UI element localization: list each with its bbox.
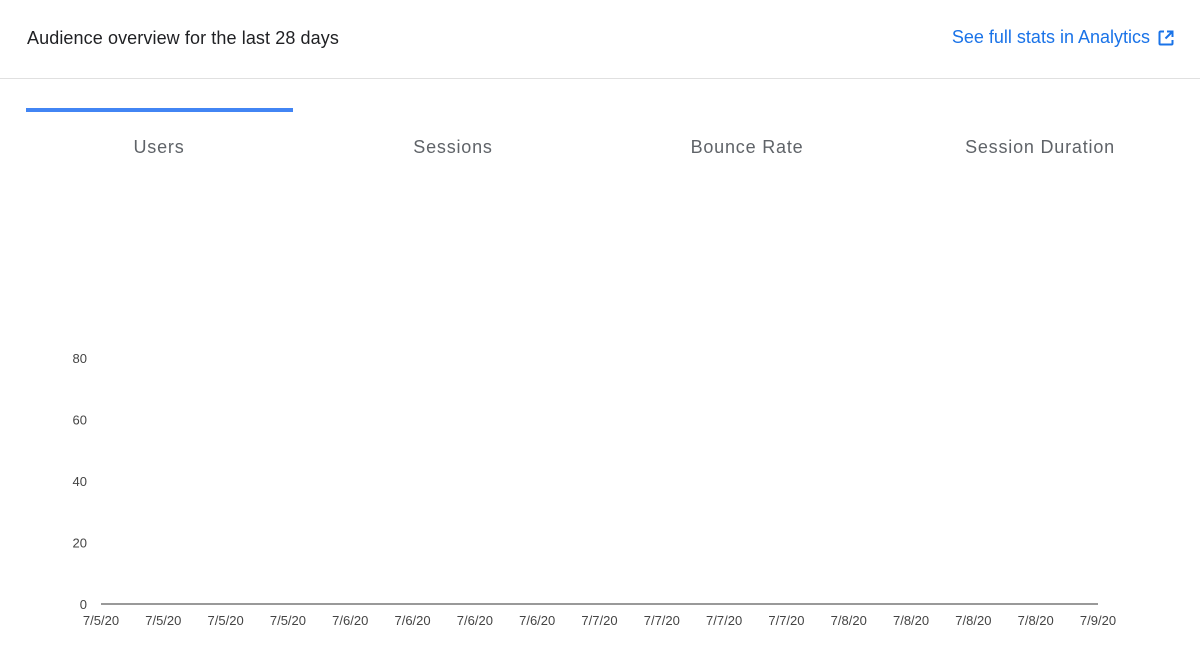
y-tick-label: 60 [73,413,87,428]
y-tick-label: 0 [80,597,87,612]
x-tick-label: 7/9/20 [1080,613,1116,628]
users-line-chart: 0 20 40 60 80 7/5/20 7/5/20 7/5/20 7/5/20 7/6/20 7… [73,351,1117,628]
x-tick-label: 7/5/20 [83,613,119,628]
x-tick-label: 7/6/20 [394,613,430,628]
x-tick-label: 7/5/20 [145,613,181,628]
x-tick-label: 7/6/20 [457,613,493,628]
x-tick-label: 7/8/20 [893,613,929,628]
x-tick-label: 7/7/20 [706,613,742,628]
x-tick-label: 7/6/20 [332,613,368,628]
x-tick-label: 7/8/20 [955,613,991,628]
x-tick-label: 7/8/20 [831,613,867,628]
x-tick-label: 7/5/20 [270,613,306,628]
y-tick-label: 40 [73,474,87,489]
x-tick-label: 7/5/20 [208,613,244,628]
y-tick-label: 20 [73,536,87,551]
x-tick-label: 7/6/20 [519,613,555,628]
y-tick-label: 80 [73,351,87,366]
x-tick-label: 7/7/20 [768,613,804,628]
x-tick-label: 7/7/20 [581,613,617,628]
x-tick-label: 7/7/20 [644,613,680,628]
x-tick-label: 7/8/20 [1018,613,1054,628]
